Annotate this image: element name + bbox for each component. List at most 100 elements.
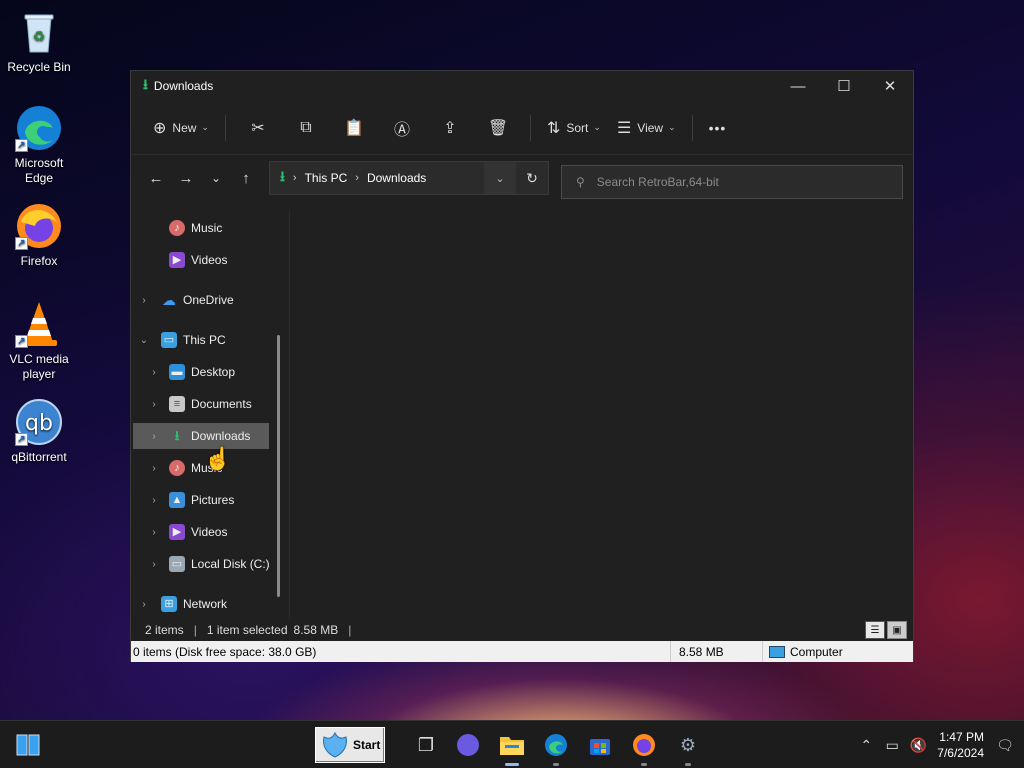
more-options-button[interactable]: ••• [701,111,735,145]
tiles-view-button[interactable]: ▣ [887,621,907,639]
svg-text:♻: ♻ [33,28,46,44]
up-button[interactable]: ↑ [231,163,261,193]
search-box[interactable]: ⚲ [561,165,903,199]
firefox-icon [633,734,655,756]
show-hidden-icons-button[interactable]: ⌃ [853,737,879,754]
taskbar-edge[interactable] [540,729,572,766]
shortcut-arrow-icon: ↗ [15,139,28,152]
back-button[interactable]: ← [141,163,171,193]
chevron-down-icon: ⌄ [668,122,676,132]
this-pc-icon: ▭ [161,332,177,348]
separator [529,114,531,141]
status-separator: | [348,623,352,637]
maximize-button[interactable]: ☐ [821,71,867,101]
svg-text:qb: qb [25,411,53,436]
onedrive-icon: ☁ [162,292,176,308]
taskbar-file-explorer[interactable] [496,729,528,766]
plus-circle-icon: ⊕ [153,119,167,137]
refresh-button[interactable]: ↻ [516,170,548,187]
forward-button[interactable]: → [171,163,201,193]
clock[interactable]: 1:47 PM 7/6/2024 [937,729,984,761]
new-button[interactable]: ⊕ New ⌄ [145,111,217,145]
nav-item-onedrive[interactable]: › ☁ OneDrive [131,287,281,313]
details-view-button[interactable]: ☰ [865,621,885,639]
nav-item-music[interactable]: ♪ Music [131,215,281,241]
shortcut-arrow-icon: ↗ [15,335,28,348]
nav-item-downloads[interactable]: › ⭳ Downloads [133,423,269,449]
delete-button[interactable]: 🗑 [474,111,522,145]
view-button[interactable]: ☰ View ⌄ [609,111,684,145]
sort-button[interactable]: ⇅ Sort ⌄ [539,111,609,145]
desktop-icon-qbittorrent[interactable]: qb ↗ qBittorrent [1,398,77,465]
cut-button[interactable]: ✂ [234,111,282,145]
desktop-icon-recycle-bin[interactable]: ♻ Recycle Bin [1,8,77,75]
file-explorer-window: ⭳ Downloads — ☐ ✕ ⊕ New ⌄ ✂ ⧉ 📋 Ⓐ ⇪ 🗑 ⇅ … [130,70,914,662]
address-bar[interactable]: ⭳ › This PC › Downloads ⌄ ↻ [269,161,549,195]
desktop-icon-label: qBittorrent [11,450,67,464]
downloads-icon: ⭳ [280,168,285,184]
documents-icon: ≡ [169,396,185,412]
breadcrumb-this-pc[interactable]: This PC [305,171,348,185]
nav-item-this-pc[interactable]: ⌄ ▭ This PC [131,327,281,353]
notification-icon[interactable]: 🗨 [992,737,1018,754]
chat-button[interactable] [452,729,484,761]
desktop-icon: ▬ [169,364,185,380]
shortcut-arrow-icon: ↗ [15,433,28,446]
breadcrumb-downloads[interactable]: Downloads [367,171,426,185]
arrow-right-icon: → [178,169,194,187]
desktop-icon-vlc[interactable]: ↗ VLC media player [1,300,77,382]
qbittorrent-icon: qb ↗ [15,398,63,446]
navpane-scrollbar[interactable] [277,335,280,597]
nav-item-videos[interactable]: ▶ Videos [131,247,281,273]
clock-date: 7/6/2024 [937,746,984,760]
pane-divider[interactable] [289,211,290,619]
close-button[interactable]: ✕ [867,71,913,101]
task-view-button[interactable]: ❐ [410,729,442,761]
window-title: Downloads [153,79,214,93]
start-button[interactable]: Start [315,727,385,763]
paste-button[interactable]: 📋 [330,111,378,145]
network-tray-icon[interactable]: ▭ [879,737,905,754]
volume-muted-icon[interactable]: 🔇 [905,737,931,754]
separator [691,114,693,141]
network-icon: ⊞ [161,596,177,612]
retrobar-start-button[interactable] [12,729,44,761]
recent-locations-button[interactable]: ⌄ [201,163,231,193]
classic-status-bar: 0 items (Disk free space: 38.0 GB) 8.58 … [131,641,913,662]
nav-item-desktop[interactable]: › ▬ Desktop [131,359,281,385]
minimize-button[interactable]: — [775,71,821,101]
nav-item-network[interactable]: › ⊞ Network [131,591,281,617]
nav-item-videos[interactable]: › ▶ Videos [131,519,281,545]
address-history-dropdown[interactable]: ⌄ [484,162,516,194]
nav-item-pictures[interactable]: › ▲ Pictures [131,487,281,513]
size-info: 8.58 MB [671,641,763,662]
taskbar-firefox[interactable] [628,729,660,766]
share-button[interactable]: ⇪ [426,111,474,145]
desktop-icon-firefox[interactable]: ↗ Firefox [1,202,77,269]
search-icon: ⚲ [576,175,585,189]
pictures-icon: ▲ [169,492,185,508]
chevron-right-icon: › [152,366,156,378]
separator [224,114,226,141]
computer-icon [769,645,785,658]
nav-item-local-disk[interactable]: › ▭ Local Disk (C:) [131,551,281,577]
tiles-view-icon: ▣ [892,624,902,636]
copy-button[interactable]: ⧉ [282,111,330,145]
downloads-icon: ⭳ [174,428,180,443]
chevron-right-icon: › [355,172,359,184]
taskbar-settings[interactable]: ⚙ [672,729,704,766]
chat-icon [457,734,479,756]
windows-logo-icon [16,734,40,756]
taskbar-store[interactable] [584,729,616,761]
title-bar[interactable]: ⭳ Downloads — ☐ ✕ [131,71,913,101]
rename-button[interactable]: Ⓐ [378,111,426,145]
folder-icon [500,737,524,755]
item-count: 2 items [145,623,184,637]
desktop-icon-edge[interactable]: ↗ Microsoft Edge [1,104,77,186]
nav-item-documents[interactable]: › ≡ Documents [131,391,281,417]
zone-info: Computer [763,645,913,659]
more-icon: ••• [708,119,727,136]
system-tray: ⌃ ▭ 🔇 1:47 PM 7/6/2024 🗨 [853,721,1024,768]
nav-item-label: Desktop [191,365,236,379]
search-input[interactable] [596,175,877,189]
